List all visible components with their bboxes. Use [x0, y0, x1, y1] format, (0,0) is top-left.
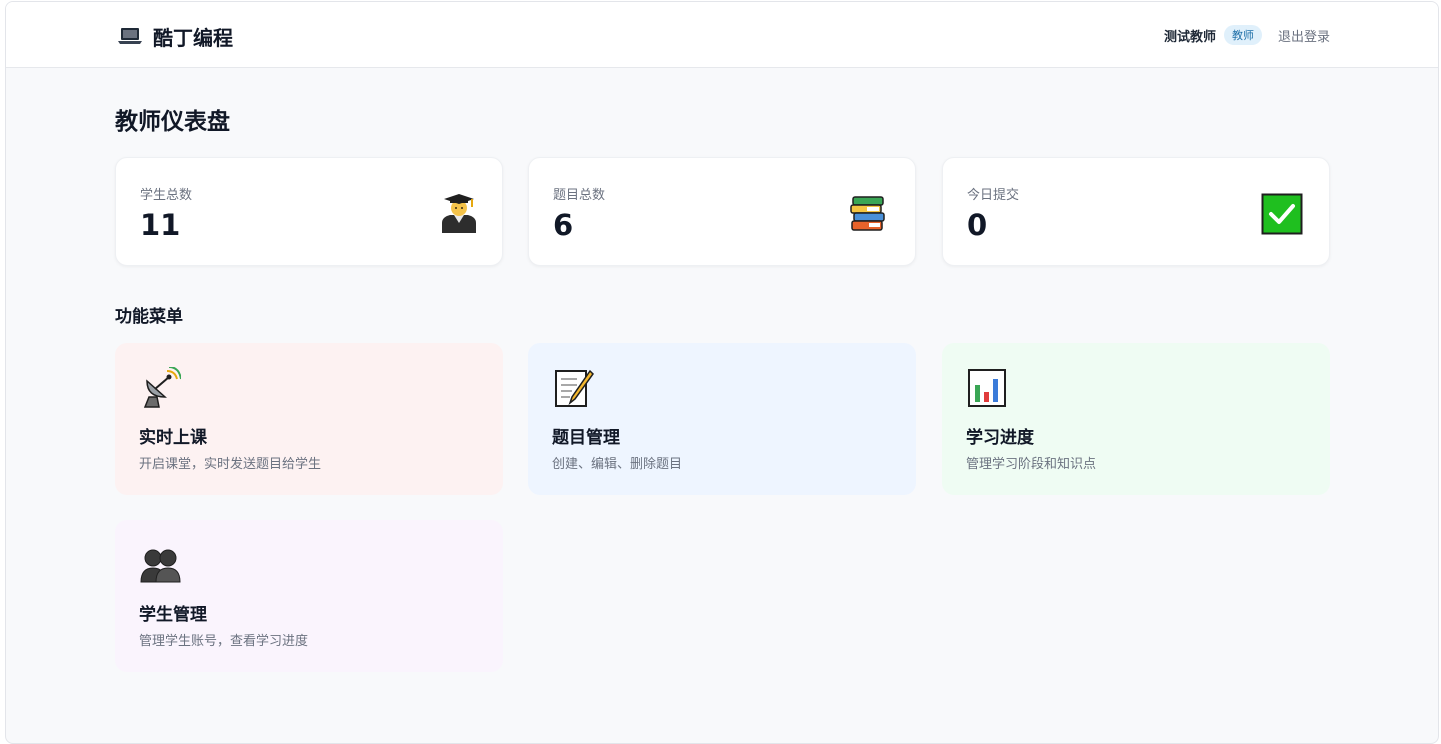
menu-title: 实时上课 [139, 428, 207, 448]
menu-card-problem-management[interactable]: 题目管理 创建、编辑、删除题目 [528, 343, 916, 495]
menu-card-learning-progress[interactable]: 学习进度 管理学习阶段和知识点 [942, 343, 1330, 495]
stat-value: 6 [553, 208, 574, 242]
role-badge: 教师 [1223, 25, 1262, 45]
menu-desc: 管理学习阶段和知识点 [966, 457, 1097, 472]
menu-card-live-class[interactable]: 实时上课 开启课堂，实时发送题目给学生 [115, 343, 503, 495]
stat-card-submissions: 今日提交 0 [942, 157, 1330, 266]
stat-value: 0 [967, 208, 988, 242]
user-name: 测试教师 [1163, 29, 1216, 45]
menu-title: 学生管理 [139, 605, 207, 625]
memo-icon [555, 369, 594, 407]
people-icon [140, 549, 181, 583]
laptop-icon [118, 28, 142, 44]
menu-title: 学习进度 [966, 428, 1034, 448]
page-title: 教师仪表盘 [115, 109, 230, 135]
stat-label: 题目总数 [553, 188, 606, 203]
section-title: 功能菜单 [115, 307, 183, 327]
stat-label: 学生总数 [140, 188, 193, 203]
student-graduate-icon [442, 194, 476, 233]
logout-link[interactable]: 退出登录 [1278, 26, 1330, 45]
bar-chart-icon [968, 369, 1006, 407]
menu-card-student-management[interactable]: 学生管理 管理学生账号，查看学习进度 [115, 520, 503, 672]
top-navbar: 酷丁编程 测试教师 教师 退出登录 [6, 2, 1438, 68]
check-mark-icon [1261, 193, 1303, 235]
stat-label: 今日提交 [967, 188, 1020, 203]
stat-card-students: 学生总数 11 [115, 157, 503, 266]
satellite-antenna-icon [143, 367, 181, 408]
stat-value: 11 [140, 208, 181, 242]
menu-desc: 创建、编辑、删除题目 [552, 457, 683, 472]
menu-desc: 开启课堂，实时发送题目给学生 [139, 457, 322, 472]
stat-card-problems: 题目总数 6 [528, 157, 916, 266]
menu-title: 题目管理 [552, 428, 620, 448]
menu-desc: 管理学生账号，查看学习进度 [139, 634, 309, 649]
user-area: 测试教师 教师 退出登录 [1164, 24, 1330, 46]
brand[interactable]: 酷丁编程 [116, 22, 233, 50]
books-icon [850, 196, 885, 231]
app-window: 酷丁编程 测试教师 教师 退出登录 教师仪表盘 学生总数 11 题目总数 6 今… [5, 1, 1439, 744]
brand-title: 酷丁编程 [153, 25, 233, 50]
